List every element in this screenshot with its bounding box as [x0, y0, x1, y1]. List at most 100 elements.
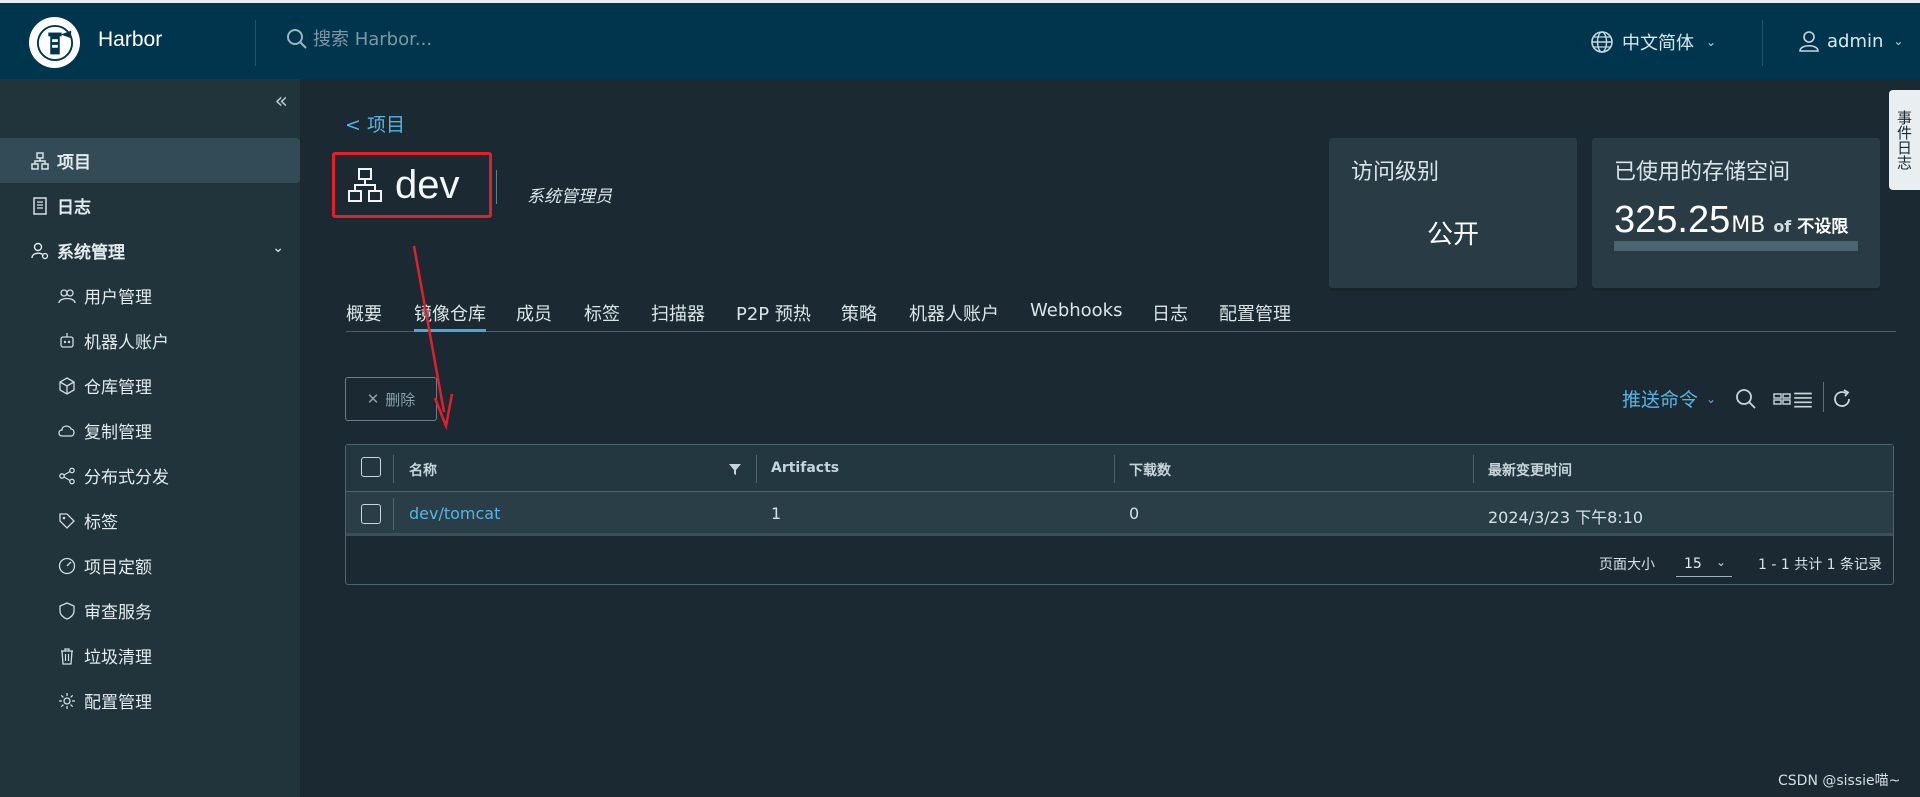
user-icon — [1799, 31, 1819, 52]
tab-logs[interactable]: 日志 — [1152, 300, 1188, 332]
username: admin — [1827, 30, 1884, 52]
table-footer: 页面大小 15 ⌄ 1 - 1 共计 1 条记录 — [346, 539, 1893, 585]
search-input[interactable] — [313, 28, 693, 50]
list-view-button[interactable] — [1792, 386, 1814, 412]
tab-labels[interactable]: 标签 — [584, 300, 620, 332]
select-all-checkbox[interactable] — [361, 457, 381, 477]
chevron-down-icon: ⌄ — [272, 240, 284, 256]
tab-robot-accounts[interactable]: 机器人账户 — [909, 300, 999, 332]
sidebar-item-projects[interactable]: 项目 — [0, 138, 300, 183]
access-level-card: 访问级别 公开 — [1329, 138, 1577, 288]
sidebar: « 项目 日志 系统管理 ⌄ 用户管理 机器人账户 仓库管理 复制管理 分布式分… — [0, 79, 300, 797]
column-name[interactable]: 名称 — [409, 460, 437, 480]
sidebar-item-replications[interactable]: 复制管理 — [0, 408, 300, 453]
sidebar-item-users[interactable]: 用户管理 — [0, 273, 300, 318]
chevron-down-icon: ⌄ — [1715, 555, 1726, 569]
repositories-table: 名称 Artifacts 下载数 最新变更时间 dev/tomcat 1 0 2… — [345, 444, 1894, 585]
repository-name-link[interactable]: dev/tomcat — [409, 504, 500, 523]
tab-members[interactable]: 成员 — [516, 300, 552, 332]
sidebar-item-robot-accounts[interactable]: 机器人账户 — [0, 318, 300, 363]
search-repositories-button[interactable] — [1732, 386, 1760, 412]
registry-icon — [56, 375, 78, 397]
title-divider — [496, 170, 497, 204]
brand-name[interactable]: Harbor — [98, 28, 162, 52]
column-divider — [393, 455, 394, 483]
tab-p2p-preheat[interactable]: P2P 预热 — [736, 300, 811, 332]
globe-icon — [1591, 31, 1613, 53]
tab-webhooks[interactable]: Webhooks — [1030, 300, 1122, 332]
watermark: CSDN @sissie喵~ — [1778, 773, 1901, 789]
sidebar-item-label: 仓库管理 — [84, 378, 152, 398]
sidebar-item-label: 垃圾清理 — [84, 648, 152, 668]
tab-configuration[interactable]: 配置管理 — [1219, 300, 1291, 332]
column-last-modified[interactable]: 最新变更时间 — [1488, 460, 1572, 480]
column-divider — [393, 498, 394, 530]
language-selector[interactable]: 中文简体 ⌄ — [1590, 29, 1716, 55]
tab-policy[interactable]: 策略 — [841, 300, 877, 332]
project-tabs: 概要 镜像仓库 成员 标签 扫描器 P2P 预热 策略 机器人账户 Webhoo… — [346, 300, 1896, 332]
artifact-count: 1 — [771, 504, 782, 523]
sidebar-item-administration[interactable]: 系统管理 ⌄ — [0, 228, 300, 273]
sidebar-item-label: 项目定额 — [84, 558, 152, 578]
refresh-button[interactable] — [1828, 386, 1856, 412]
page-size-value: 15 — [1684, 556, 1702, 572]
annotation-arrow — [412, 245, 454, 430]
table-header: 名称 Artifacts 下载数 最新变更时间 — [346, 445, 1893, 492]
refresh-icon — [1834, 389, 1850, 407]
sidebar-item-logs[interactable]: 日志 — [0, 183, 300, 228]
storage-progress-bar — [1614, 241, 1858, 251]
sidebar-item-registries[interactable]: 仓库管理 — [0, 363, 300, 408]
header-divider-right — [1762, 20, 1763, 66]
chevron-down-icon: ⌄ — [1706, 35, 1717, 49]
close-icon: ✕ — [366, 390, 380, 408]
chevron-down-icon: ⌄ — [1706, 391, 1717, 406]
sidebar-item-label: 标签 — [84, 513, 118, 533]
column-divider — [1114, 455, 1115, 483]
access-level-title: 访问级别 — [1351, 160, 1440, 185]
global-search[interactable] — [285, 27, 693, 51]
page-size-select[interactable]: 15 ⌄ — [1676, 551, 1732, 577]
project-title-highlight: dev — [332, 152, 492, 218]
tab-scanner[interactable]: 扫描器 — [651, 300, 705, 332]
event-log-side-tab[interactable]: 事件日志 — [1889, 90, 1920, 190]
sidebar-item-labels[interactable]: 标签 — [0, 498, 300, 543]
sidebar-item-label: 审查服务 — [84, 603, 152, 623]
storage-of: of — [1773, 217, 1792, 236]
push-command-label: 推送命令 — [1622, 389, 1699, 411]
sidebar-item-label: 分布式分发 — [84, 468, 169, 488]
grid-view-icon — [1773, 393, 1791, 405]
shield-icon — [56, 600, 78, 622]
sidebar-item-label: 系统管理 — [57, 243, 125, 263]
trash-icon — [56, 645, 78, 667]
users-icon — [56, 285, 78, 307]
sidebar-item-garbage-collection[interactable]: 垃圾清理 — [0, 633, 300, 678]
chevron-down-icon: ⌄ — [1893, 34, 1904, 48]
storage-unit: MB — [1731, 213, 1766, 238]
quota-icon — [56, 555, 78, 577]
pull-count: 0 — [1129, 504, 1140, 523]
pagination-summary: 1 - 1 共计 1 条记录 — [1758, 557, 1883, 573]
language-label: 中文简体 — [1622, 33, 1694, 54]
share-icon — [56, 465, 78, 487]
filter-icon[interactable] — [728, 462, 742, 476]
collapse-sidebar-icon[interactable]: « — [275, 89, 288, 114]
card-view-button[interactable] — [1772, 386, 1792, 412]
sidebar-item-distributions[interactable]: 分布式分发 — [0, 453, 300, 498]
tab-summary[interactable]: 概要 — [346, 300, 382, 332]
harbor-logo-icon[interactable] — [29, 17, 80, 68]
sidebar-item-project-quotas[interactable]: 项目定额 — [0, 543, 300, 588]
push-command-dropdown[interactable]: 推送命令 ⌄ — [1622, 385, 1716, 412]
sidebar-item-interrogation-services[interactable]: 审查服务 — [0, 588, 300, 633]
back-to-projects-link[interactable]: < 项目 — [345, 110, 405, 137]
tag-icon — [56, 510, 78, 532]
table-row[interactable]: dev/tomcat 1 0 2024/3/23 下午8:10 — [346, 492, 1893, 536]
row-checkbox[interactable] — [361, 504, 381, 524]
column-divider — [756, 455, 757, 483]
column-pulls[interactable]: 下载数 — [1129, 460, 1171, 480]
header-divider — [255, 20, 256, 66]
user-menu[interactable]: admin ⌄ — [1797, 29, 1903, 53]
column-artifacts[interactable]: Artifacts — [771, 460, 839, 476]
sidebar-item-label: 日志 — [57, 198, 91, 218]
sidebar-item-configuration[interactable]: 配置管理 — [0, 678, 300, 723]
storage-usage: 325.25 MB of 不设限 — [1614, 199, 1848, 242]
